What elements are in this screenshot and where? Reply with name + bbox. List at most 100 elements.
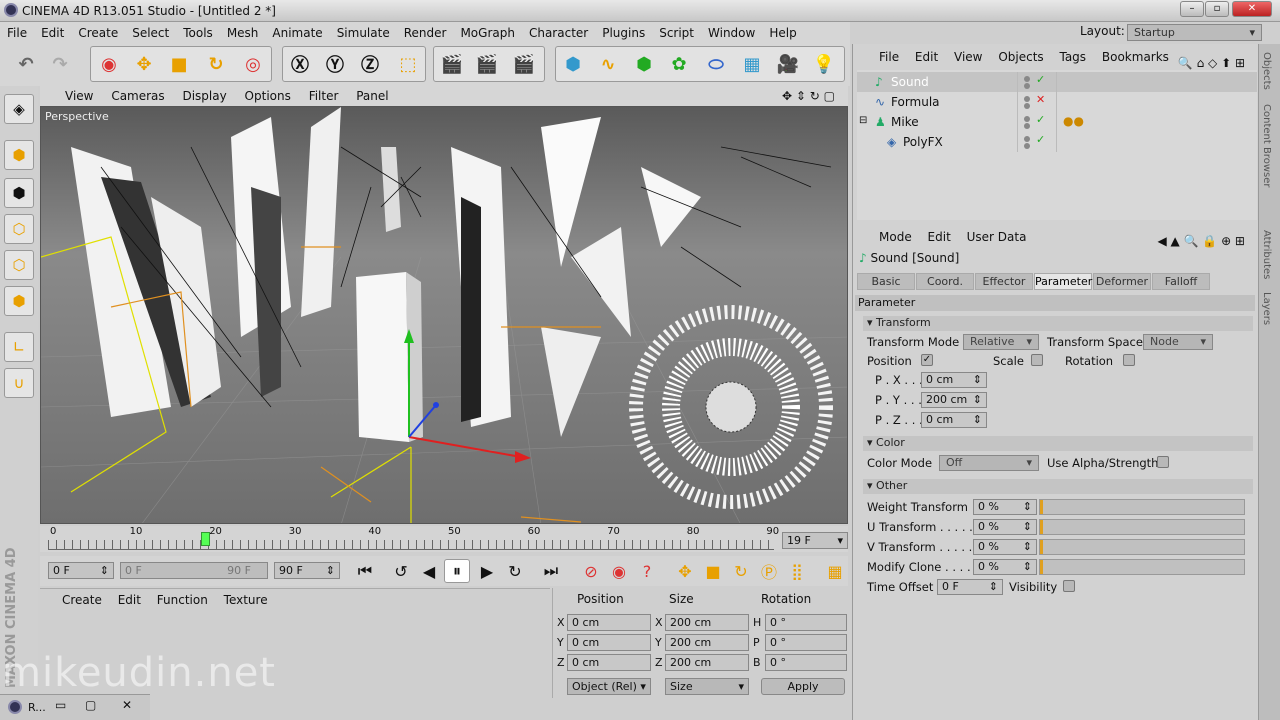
taskbar-label[interactable]: R... xyxy=(28,701,46,714)
scale-icon[interactable]: ■ xyxy=(163,48,195,80)
autokeying-icon[interactable]: ◉ xyxy=(606,559,632,583)
obj-menu-view[interactable]: View xyxy=(948,44,988,70)
live-selection-icon[interactable]: ◉ xyxy=(93,48,125,80)
move-icon[interactable]: ✥ xyxy=(128,48,160,80)
y-axis-lock-icon[interactable]: Ⓨ xyxy=(319,48,351,80)
points-mode-icon[interactable]: ⬡ xyxy=(4,214,34,244)
transform-mode-select[interactable]: Relative ▾ xyxy=(963,334,1039,350)
menu-select[interactable]: Select xyxy=(125,22,176,44)
polygons-mode-icon[interactable]: ⬢ xyxy=(4,286,34,316)
color-mode-select[interactable]: Off ▾ xyxy=(939,455,1039,471)
deformer-icon[interactable]: ⬭ xyxy=(700,48,732,80)
u-transform-field[interactable]: 0 % ⇕ xyxy=(973,519,1037,535)
material-menu-texture[interactable]: Texture xyxy=(218,589,274,611)
scale-key-icon[interactable]: ■ xyxy=(700,559,726,583)
camera-icon[interactable]: 🎥 xyxy=(772,48,804,80)
tab-parameter[interactable]: Parameter xyxy=(1034,273,1092,290)
render-view-icon[interactable]: 🎬 xyxy=(436,48,468,80)
previous-frame-icon[interactable]: ◀ xyxy=(416,559,442,583)
rotation-b-field[interactable]: 0 ° xyxy=(765,654,847,671)
menu-create[interactable]: Create xyxy=(71,22,125,44)
previous-key-icon[interactable]: ↺ xyxy=(388,559,414,583)
3d-viewport[interactable]: Perspective xyxy=(40,106,848,524)
maximize-button[interactable]: ▫ xyxy=(1205,1,1229,17)
menu-mograph[interactable]: MoGraph xyxy=(453,22,522,44)
time-offset-field[interactable]: 0 F ⇕ xyxy=(937,579,1003,595)
restore-icon[interactable]: ▭ xyxy=(55,698,66,712)
rotation-h-field[interactable]: 0 ° xyxy=(765,614,847,631)
material-menu-function[interactable]: Function xyxy=(151,589,214,611)
material-tag-icon[interactable]: ●● xyxy=(1063,114,1084,128)
coordinate-system-icon[interactable]: ⬚ xyxy=(392,48,424,80)
tab-basic[interactable]: Basic xyxy=(857,273,915,290)
coord-mode-select[interactable]: Object (Rel) ▾ xyxy=(567,678,651,695)
menu-file[interactable]: File xyxy=(0,22,34,44)
enabled-check-icon[interactable]: ✓ xyxy=(1036,73,1045,86)
v-transform-field[interactable]: 0 % ⇕ xyxy=(973,539,1037,555)
obj-menu-tags[interactable]: Tags xyxy=(1053,44,1092,70)
u-transform-slider[interactable] xyxy=(1039,519,1245,535)
last-tool-icon[interactable]: ◎ xyxy=(237,48,269,80)
tab-deformer[interactable]: Deformer xyxy=(1093,273,1151,290)
rotation-key-icon[interactable]: ↻ xyxy=(728,559,754,583)
att-menu-edit[interactable]: Edit xyxy=(922,226,957,248)
menu-mesh[interactable]: Mesh xyxy=(220,22,266,44)
visibility-checkbox[interactable] xyxy=(1063,580,1075,592)
collapse-icon[interactable]: ⊟ xyxy=(859,115,867,126)
menu-tools[interactable]: Tools xyxy=(176,22,220,44)
py-field[interactable]: 200 cm ⇕ xyxy=(921,392,987,408)
obj-menu-file[interactable]: File xyxy=(873,44,905,70)
menu-simulate[interactable]: Simulate xyxy=(330,22,397,44)
size-mode-select[interactable]: Size ▾ xyxy=(665,678,749,695)
floor-icon[interactable]: ▦ xyxy=(736,48,768,80)
start-frame-field[interactable]: 0 F ⇕ xyxy=(48,562,114,579)
keyframe-selection-icon[interactable]: ? xyxy=(634,559,660,583)
menu-animate[interactable]: Animate xyxy=(265,22,329,44)
rotation-checkbox[interactable] xyxy=(1123,354,1135,366)
modify-clone-field[interactable]: 0 % ⇕ xyxy=(973,559,1037,575)
layout-select[interactable]: Startup ▾ xyxy=(1127,24,1262,41)
parameter-key-icon[interactable]: Ⓟ xyxy=(756,559,782,583)
side-tab-objects[interactable]: Objects xyxy=(1261,52,1272,90)
rotation-p-field[interactable]: 0 ° xyxy=(765,634,847,651)
position-key-icon[interactable]: ✥ xyxy=(672,559,698,583)
weight-transform-field[interactable]: 0 % ⇕ xyxy=(973,499,1037,515)
att-menu-mode[interactable]: Mode xyxy=(873,226,918,248)
edges-mode-icon[interactable]: ⬡ xyxy=(4,250,34,280)
pz-field[interactable]: 0 cm ⇕ xyxy=(921,412,987,428)
texture-mode-icon[interactable]: ⬢ xyxy=(4,178,34,208)
transform-section[interactable]: ▾ Transform xyxy=(863,316,1253,331)
point-level-animation-icon[interactable]: ⣿ xyxy=(784,559,810,583)
pause-icon[interactable]: ⏸ xyxy=(444,559,470,583)
snap-icon[interactable]: ∪ xyxy=(4,368,34,398)
position-x-field[interactable]: 0 cm xyxy=(567,614,651,631)
timeline-ruler[interactable]: 0 10 20 30 40 50 60 70 80 90 19 F ▾ xyxy=(40,526,848,552)
position-y-field[interactable]: 0 cm xyxy=(567,634,651,651)
viewport-menu-panel[interactable]: Panel xyxy=(349,86,395,106)
record-active-objects-icon[interactable]: ⊘ xyxy=(578,559,604,583)
color-section[interactable]: ▾ Color xyxy=(863,436,1253,451)
menu-script[interactable]: Script xyxy=(652,22,701,44)
workplane-icon[interactable]: ∟ xyxy=(4,332,34,362)
tab-falloff[interactable]: Falloff xyxy=(1152,273,1210,290)
maximize-icon[interactable]: ▢ xyxy=(85,698,96,712)
light-icon[interactable]: 💡 xyxy=(808,48,840,80)
go-to-start-icon[interactable]: ⏮ xyxy=(352,559,378,583)
obj-menu-edit[interactable]: Edit xyxy=(909,44,944,70)
tab-effector[interactable]: Effector xyxy=(975,273,1033,290)
menu-help[interactable]: Help xyxy=(762,22,803,44)
menu-edit[interactable]: Edit xyxy=(34,22,71,44)
weight-transform-slider[interactable] xyxy=(1039,499,1245,515)
object-row-formula[interactable]: ∿ Formula ✕ xyxy=(857,92,1257,112)
undo-icon[interactable]: ↶ xyxy=(10,48,42,80)
size-x-field[interactable]: 200 cm xyxy=(665,614,749,631)
go-to-end-icon[interactable]: ⏭ xyxy=(538,559,564,583)
side-tab-content-browser[interactable]: Content Browser xyxy=(1261,104,1272,187)
cube-primitive-icon[interactable]: ⬢ xyxy=(557,48,589,80)
scale-checkbox[interactable] xyxy=(1031,354,1043,366)
current-frame-field[interactable]: 19 F ▾ xyxy=(782,532,848,549)
material-menu-edit[interactable]: Edit xyxy=(112,589,147,611)
frame-range-slider[interactable]: 0 F 90 F xyxy=(120,562,268,579)
model-mode-icon[interactable]: ⬢ xyxy=(4,140,34,170)
array-icon[interactable]: ✿ xyxy=(663,48,695,80)
